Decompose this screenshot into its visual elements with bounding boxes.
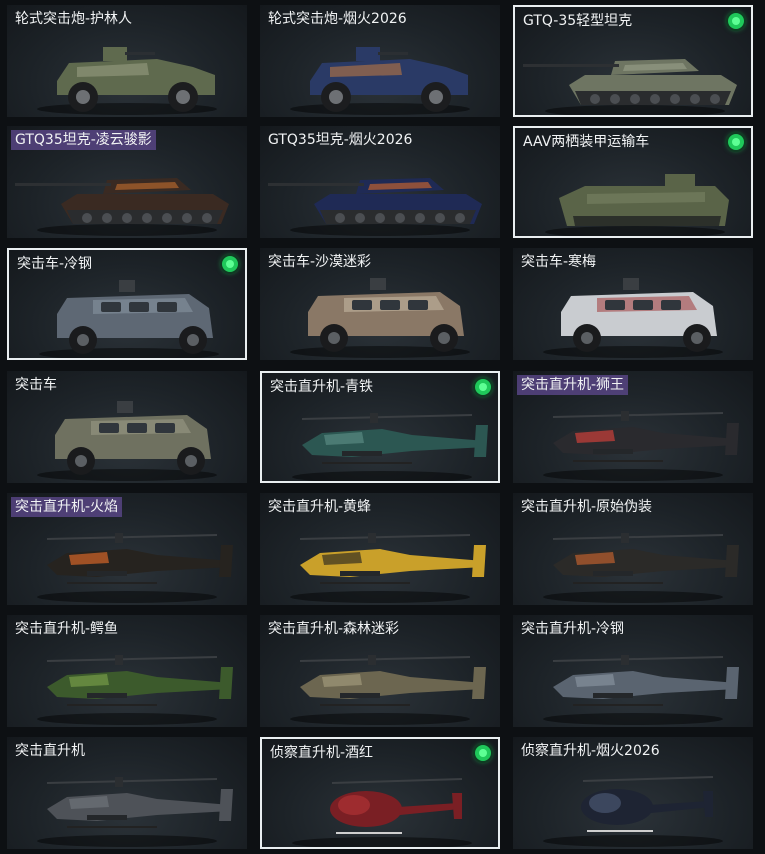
assault-car-icon — [37, 401, 217, 481]
vehicle-skin-name: 突击直升机-火焰 — [11, 497, 123, 517]
vehicle-skin-card[interactable]: GTQ35坦克-烟火2026 — [260, 126, 500, 238]
equipped-indicator-icon — [475, 379, 491, 395]
vehicle-skin-name: 突击直升机-原始伪装 — [521, 499, 653, 515]
equipped-indicator-icon — [728, 134, 744, 150]
vehicle-skin-card[interactable]: 突击直升机-原始伪装 — [513, 493, 753, 605]
assault-car-icon — [543, 278, 723, 358]
vehicle-skin-name: 侦察直升机-酒红 — [270, 745, 374, 761]
vehicle-skin-name: GTQ35坦克-烟火2026 — [268, 132, 413, 148]
tank-icon — [268, 178, 482, 236]
attack-helicopter-icon — [543, 411, 739, 481]
vehicle-skin-name: AAV两栖装甲运输车 — [523, 134, 650, 150]
attack-helicopter-icon — [37, 777, 233, 847]
vehicle-skin-card[interactable]: 突击直升机-鳄鱼 — [7, 615, 247, 727]
vehicle-skin-name: 突击直升机-森林迷彩 — [268, 621, 400, 637]
vehicle-skin-card[interactable]: 轮式突击炮-烟火2026 — [260, 5, 500, 117]
attack-helicopter-icon — [292, 413, 488, 481]
vehicle-skin-card[interactable]: 突击直升机-森林迷彩 — [260, 615, 500, 727]
scout-helicopter-icon — [543, 776, 723, 847]
vehicle-skin-name: 突击直升机-狮王 — [517, 375, 629, 395]
vehicle-skin-name: 突击车-寒梅 — [521, 254, 597, 270]
vehicle-skin-card[interactable]: 突击车-冷钢 — [7, 248, 247, 360]
vehicle-skin-name: 侦察直升机-烟火2026 — [521, 743, 660, 759]
vehicle-skin-card[interactable]: 侦察直升机-酒红 — [260, 737, 500, 849]
attack-helicopter-icon — [543, 533, 739, 603]
vehicle-skin-card[interactable]: 突击车-沙漠迷彩 — [260, 248, 500, 360]
attack-helicopter-icon — [37, 655, 233, 725]
vehicle-skin-card[interactable]: 突击直升机-狮王 — [513, 371, 753, 483]
vehicle-skin-name: GTQ35坦克-凌云骏影 — [11, 130, 156, 150]
vehicle-skin-card[interactable]: 突击车 — [7, 371, 247, 483]
vehicle-skin-name: 突击直升机-冷钢 — [521, 621, 625, 637]
vehicle-skin-card[interactable]: 突击直升机-黄蜂 — [260, 493, 500, 605]
vehicle-skin-grid: 轮式突击炮-护林人 轮式突击炮-烟火2026 GTQ-35轻型坦克 GTQ35坦克-凌… — [0, 0, 765, 854]
vehicle-skin-name: 突击车-沙漠迷彩 — [268, 254, 372, 270]
vehicle-skin-name: 突击直升机-黄蜂 — [268, 499, 372, 515]
vehicle-skin-name: GTQ-35轻型坦克 — [523, 13, 633, 29]
vehicle-skin-card[interactable]: 突击直升机-冷钢 — [513, 615, 753, 727]
tank-icon — [15, 178, 229, 236]
vehicle-skin-name: 突击直升机 — [15, 743, 85, 759]
equipped-indicator-icon — [728, 13, 744, 29]
equipped-indicator-icon — [222, 256, 238, 272]
vehicle-skin-card[interactable]: 突击直升机 — [7, 737, 247, 849]
vehicle-skin-name: 突击车 — [15, 377, 57, 393]
vehicle-skin-name: 轮式突击炮-护林人 — [15, 11, 133, 27]
vehicle-skin-name: 突击直升机-鳄鱼 — [15, 621, 119, 637]
vehicle-skin-card[interactable]: 轮式突击炮-护林人 — [7, 5, 247, 117]
attack-helicopter-icon — [290, 533, 486, 603]
vehicle-skin-card[interactable]: AAV两栖装甲运输车 — [513, 126, 753, 238]
vehicle-skin-name: 突击车-冷钢 — [17, 256, 93, 272]
amphibious-vehicle-icon — [545, 174, 729, 236]
vehicle-skin-card[interactable]: 侦察直升机-烟火2026 — [513, 737, 753, 849]
armored-car-icon — [290, 47, 470, 115]
vehicle-skin-name: 突击直升机-青铁 — [270, 379, 374, 395]
armored-car-icon — [37, 47, 217, 115]
assault-car-icon — [290, 278, 470, 358]
vehicle-skin-card[interactable]: 突击直升机-青铁 — [260, 371, 500, 483]
vehicle-skin-card[interactable]: GTQ35坦克-凌云骏影 — [7, 126, 247, 238]
vehicle-skin-name: 轮式突击炮-烟火2026 — [268, 11, 407, 27]
attack-helicopter-icon — [290, 655, 486, 725]
attack-helicopter-icon — [543, 655, 739, 725]
vehicle-skin-card[interactable]: GTQ-35轻型坦克 — [513, 5, 753, 117]
tank-icon — [523, 59, 737, 115]
attack-helicopter-icon — [37, 533, 233, 603]
vehicle-skin-card[interactable]: 突击直升机-火焰 — [7, 493, 247, 605]
equipped-indicator-icon — [475, 745, 491, 761]
assault-car-icon — [39, 280, 219, 358]
vehicle-skin-card[interactable]: 突击车-寒梅 — [513, 248, 753, 360]
scout-helicopter-icon — [292, 778, 472, 847]
